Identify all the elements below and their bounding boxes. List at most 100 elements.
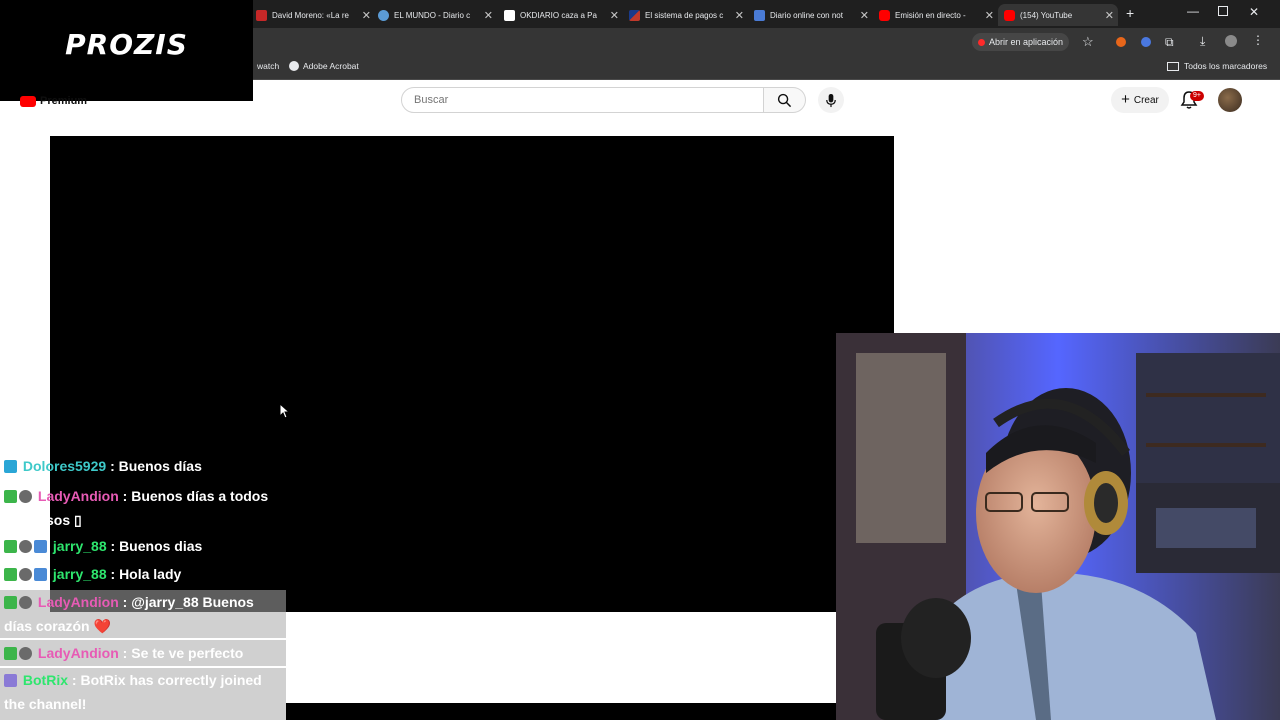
youtube-favicon-icon: [879, 9, 890, 21]
webcam-image: [836, 333, 1280, 720]
bookmark-label: Adobe Acrobat: [303, 61, 359, 71]
browser-tab[interactable]: David Moreno: «La re ✕: [253, 4, 371, 26]
create-button[interactable]: + Crear: [1111, 87, 1169, 113]
tab-title: EL MUNDO - Diario c: [394, 10, 471, 20]
account-avatar[interactable]: [1218, 88, 1242, 112]
browser-tab[interactable]: OKDIARIO caza a Pa ✕: [504, 4, 619, 26]
tab-favicon-icon: [754, 9, 765, 21]
prozis-logo: PROZIS: [65, 28, 188, 61]
youtube-app-icon: [978, 38, 985, 46]
bot-badge-icon: [4, 674, 17, 687]
badge-icon: [19, 490, 32, 503]
chat-message: jarry_88 : Hola lady: [0, 564, 290, 586]
bookmark-adobe-acrobat[interactable]: Adobe Acrobat: [289, 61, 359, 71]
chat-message: jarry_88 : Buenos dias: [0, 536, 290, 558]
close-tab-icon[interactable]: ✕: [1105, 9, 1114, 22]
search-icon: [777, 93, 792, 107]
browser-tab[interactable]: Emisión en directo - ✕: [879, 4, 994, 26]
badge-icon: [19, 568, 32, 581]
close-tab-icon[interactable]: ✕: [735, 9, 744, 22]
globe-icon: [289, 61, 299, 71]
browser-tab[interactable]: EL MUNDO - Diario c ✕: [378, 4, 493, 26]
premium-label: Premium: [40, 95, 88, 107]
moderator-badge-icon: [4, 647, 17, 660]
close-tab-icon[interactable]: ✕: [985, 9, 994, 22]
youtube-logo-icon: [20, 95, 36, 107]
extension-icon[interactable]: [1116, 37, 1126, 47]
chat-text: Buenos dias: [119, 538, 203, 554]
download-icon[interactable]: ⤓: [1200, 34, 1205, 49]
subscriber-badge-icon: [34, 568, 47, 581]
create-label: Crear: [1133, 94, 1159, 106]
chat-username: jarry_88: [52, 566, 107, 582]
extensions-puzzle-icon[interactable]: ⧉: [1165, 35, 1174, 50]
browser-tab-active[interactable]: (154) YouTube ✕: [998, 4, 1118, 26]
chat-text: Se te ve perfecto: [131, 645, 244, 661]
bookmark-watch[interactable]: watch: [257, 61, 279, 71]
voice-search-button[interactable]: [818, 87, 844, 113]
search-box: [401, 87, 764, 113]
youtube-premium-logo[interactable]: Premium: [20, 95, 87, 107]
chat-text-continued: preciosos ▯: [4, 512, 82, 528]
tab-favicon-icon: [504, 9, 515, 21]
chat-text-continued: días corazón ❤️: [4, 618, 111, 634]
chat-message: Dolores5929 : Buenos días: [0, 456, 290, 478]
tab-favicon-icon: [256, 9, 267, 21]
subscriber-badge-icon: [4, 460, 17, 473]
close-tab-icon[interactable]: ✕: [362, 9, 371, 22]
close-tab-icon[interactable]: ✕: [610, 9, 619, 22]
chat-username: Dolores5929: [22, 458, 107, 474]
tab-title: Diario online con not: [770, 10, 843, 20]
chat-text-continued: the channel!: [4, 696, 87, 712]
tab-title: (154) YouTube: [1020, 10, 1073, 20]
chat-text: @jarry_88 Buenos: [131, 594, 254, 610]
microphone-icon: [826, 93, 836, 107]
tab-title: OKDIARIO caza a Pa: [520, 10, 597, 20]
moderator-badge-icon: [4, 568, 17, 581]
folder-icon: [1167, 61, 1179, 71]
all-bookmarks-label: Todos los marcadores: [1184, 61, 1268, 71]
bookmark-star-icon[interactable]: ☆: [1082, 34, 1094, 50]
open-in-app-label: Abrir en aplicación: [989, 37, 1064, 47]
badge-icon: [19, 596, 32, 609]
extension-icon[interactable]: [1141, 37, 1151, 47]
search-input[interactable]: [412, 88, 736, 112]
live-chat-overlay: Dolores5929 : Buenos días LadyAndion : B…: [0, 452, 286, 720]
moderator-badge-icon: [4, 490, 17, 503]
chat-username: LadyAndion: [37, 645, 119, 661]
browser-tab[interactable]: Diario online con not ✕: [754, 4, 869, 26]
chat-message: LadyAndion : Se te ve perfecto: [0, 640, 286, 666]
open-in-app-button[interactable]: Abrir en aplicación: [972, 33, 1070, 51]
badge-icon: [19, 540, 32, 553]
chat-username: jarry_88: [52, 538, 107, 554]
tab-favicon-icon: [378, 9, 389, 21]
plus-icon: +: [1121, 91, 1130, 108]
mouse-cursor-icon: [279, 403, 289, 419]
moderator-badge-icon: [4, 596, 17, 609]
close-tab-icon[interactable]: ✕: [484, 9, 493, 22]
menu-kebab-icon[interactable]: ⋮: [1252, 33, 1264, 47]
profile-avatar-icon[interactable]: [1225, 35, 1237, 47]
chat-username: LadyAndion: [37, 488, 119, 504]
chat-message: LadyAndion : Buenos días a todos precios…: [4, 488, 269, 528]
restore-icon[interactable]: [1218, 6, 1228, 16]
chat-text: BotRix has correctly joined: [80, 672, 262, 688]
close-window-icon[interactable]: ✕: [1249, 5, 1259, 19]
all-bookmarks[interactable]: Todos los marcadores: [1167, 61, 1267, 71]
minimize-icon[interactable]: —: [1187, 4, 1199, 18]
new-tab-icon[interactable]: +: [1126, 5, 1134, 21]
tab-title: Emisión en directo -: [895, 10, 966, 20]
subscriber-badge-icon: [34, 540, 47, 553]
close-tab-icon[interactable]: ✕: [860, 9, 869, 22]
browser-tab[interactable]: El sistema de pagos c ✕: [629, 4, 744, 26]
notification-badge: 9+: [1190, 91, 1204, 101]
bottom-strip: [286, 703, 836, 720]
youtube-favicon-icon: [1004, 9, 1015, 21]
search-button[interactable]: [764, 87, 806, 113]
streamer-webcam: [836, 333, 1280, 720]
badge-icon: [19, 647, 32, 660]
chat-text: Hola lady: [119, 566, 182, 582]
chat-username: LadyAndion: [37, 594, 119, 610]
chat-text: Buenos días a todos: [131, 488, 269, 504]
chat-username: BotRix: [22, 672, 69, 688]
